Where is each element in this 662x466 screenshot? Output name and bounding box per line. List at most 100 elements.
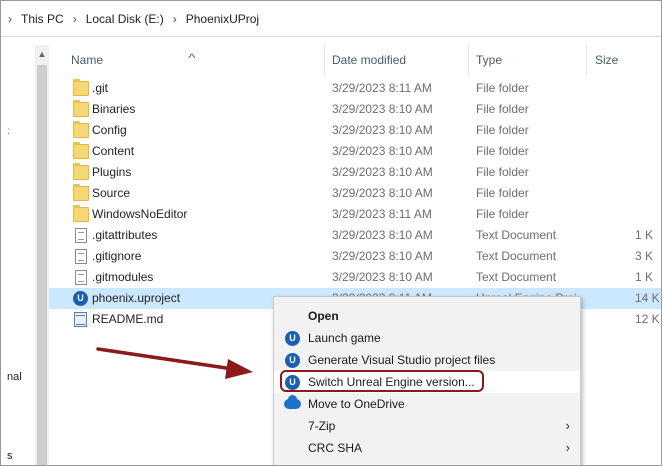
- markdown-file-icon: [74, 312, 87, 327]
- file-date: 3/29/2023 8:10 AM: [332, 144, 433, 158]
- file-name: Binaries: [92, 102, 136, 116]
- file-date: 3/29/2023 8:10 AM: [332, 270, 433, 284]
- folder-icon: [73, 184, 89, 201]
- file-row[interactable]: Plugins 3/29/2023 8:10 AM File folder: [49, 162, 661, 183]
- file-type: File folder: [476, 165, 529, 179]
- onedrive-cloud-icon: [284, 395, 301, 409]
- file-row[interactable]: Source 3/29/2023 8:10 AM File folder: [49, 183, 661, 204]
- nav-pane-marker: :: [7, 126, 10, 137]
- navigation-pane: : nal s: [1, 38, 35, 465]
- file-date: 3/29/2023 8:10 AM: [332, 102, 433, 116]
- sort-ascending-icon: ^: [188, 51, 196, 65]
- file-row[interactable]: WindowsNoEditor 3/29/2023 8:11 AM File f…: [49, 204, 661, 225]
- breadcrumb: › This PC › Local Disk (E:) › PhoenixUPr…: [1, 1, 661, 37]
- chevron-right-icon[interactable]: ›: [66, 12, 84, 26]
- breadcrumb-phoenixuproj[interactable]: PhoenixUProj: [184, 12, 261, 26]
- file-type: Text Document: [476, 270, 557, 284]
- menu-item-crc-sha[interactable]: CRC SHA ›: [274, 437, 580, 459]
- file-date: 3/29/2023 8:10 AM: [332, 165, 433, 179]
- folder-icon: [73, 121, 89, 138]
- unreal-engine-icon: U: [285, 353, 300, 368]
- file-date: 3/29/2023 8:11 AM: [332, 81, 432, 95]
- scrollbar-thumb[interactable]: [37, 65, 47, 465]
- menu-item-generate-vs[interactable]: U Generate Visual Studio project files: [274, 349, 580, 371]
- chevron-right-icon[interactable]: ›: [1, 12, 19, 26]
- menu-item-launch-game[interactable]: U Launch game: [274, 327, 580, 349]
- menu-item-label: Move to OneDrive: [308, 397, 405, 411]
- menu-item-label: Generate Visual Studio project files: [308, 353, 496, 367]
- nav-item-partial[interactable]: s: [7, 450, 13, 462]
- file-explorer-window: › This PC › Local Disk (E:) › PhoenixUPr…: [0, 0, 662, 466]
- menu-item-label: CRC SHA: [308, 441, 363, 455]
- file-size: 14 K: [635, 291, 660, 305]
- file-type: Text Document: [476, 249, 557, 263]
- menu-item-label: Open: [308, 309, 339, 323]
- file-type: File folder: [476, 123, 529, 137]
- file-type: Text Document: [476, 228, 557, 242]
- file-date: 3/29/2023 8:11 AM: [332, 207, 432, 221]
- menu-item-onedrive[interactable]: Move to OneDrive: [274, 393, 580, 415]
- chevron-right-icon: ›: [565, 440, 570, 455]
- vertical-scrollbar[interactable]: ▲: [35, 45, 49, 465]
- column-headers: Name ^ Date modified Type Size: [49, 45, 661, 75]
- file-type: File folder: [476, 81, 529, 95]
- file-name: .gitmodules: [92, 270, 154, 284]
- column-header-name-label: Name: [71, 53, 104, 67]
- file-row[interactable]: .gitignore 3/29/2023 8:10 AM Text Docume…: [49, 246, 661, 267]
- file-name: Config: [92, 123, 127, 137]
- column-header-date-modified[interactable]: Date modified: [325, 45, 469, 75]
- file-size: 3 K: [635, 249, 654, 263]
- breadcrumb-local-disk[interactable]: Local Disk (E:): [84, 12, 166, 26]
- file-name: Content: [92, 144, 135, 158]
- file-name: .git: [92, 81, 109, 95]
- file-list: .git 3/29/2023 8:11 AM File folder Binar…: [49, 78, 661, 330]
- file-name: README.md: [92, 312, 164, 326]
- nav-item-partial[interactable]: nal: [7, 371, 22, 383]
- annotation-highlight-box: [280, 370, 484, 392]
- file-size: 1 K: [635, 270, 654, 284]
- file-name: Source: [92, 186, 131, 200]
- column-header-size-label: Size: [595, 53, 619, 67]
- file-type: File folder: [476, 186, 529, 200]
- menu-item-label: 7-Zip: [308, 419, 336, 433]
- file-date: 3/29/2023 8:10 AM: [332, 186, 433, 200]
- text-document-icon: [75, 249, 87, 264]
- file-row[interactable]: Config 3/29/2023 8:10 AM File folder: [49, 120, 661, 141]
- file-type: File folder: [476, 102, 529, 116]
- file-size: 1 K: [635, 228, 654, 242]
- column-header-name[interactable]: Name ^: [49, 45, 325, 75]
- folder-icon: [73, 142, 89, 159]
- column-header-type-label: Type: [476, 53, 503, 67]
- file-date: 3/29/2023 8:10 AM: [332, 228, 433, 242]
- file-type: File folder: [476, 207, 529, 221]
- text-document-icon: [75, 270, 87, 285]
- menu-item-7zip[interactable]: 7-Zip ›: [274, 415, 580, 437]
- text-document-icon: [75, 228, 87, 243]
- file-date: 3/29/2023 8:10 AM: [332, 249, 433, 263]
- file-name: phoenix.uproject: [92, 291, 181, 305]
- folder-icon: [73, 163, 89, 180]
- file-name: WindowsNoEditor: [92, 207, 188, 221]
- column-header-type[interactable]: Type: [469, 45, 587, 75]
- unreal-engine-icon: U: [73, 291, 88, 306]
- file-row[interactable]: .git 3/29/2023 8:11 AM File folder: [49, 78, 661, 99]
- unreal-engine-icon: U: [285, 331, 300, 346]
- file-date: 3/29/2023 8:10 AM: [332, 123, 433, 137]
- file-size: 12 K: [635, 312, 660, 326]
- chevron-right-icon[interactable]: ›: [166, 12, 184, 26]
- file-row[interactable]: Content 3/29/2023 8:10 AM File folder: [49, 141, 661, 162]
- file-row[interactable]: Binaries 3/29/2023 8:10 AM File folder: [49, 99, 661, 120]
- file-row[interactable]: .gitmodules 3/29/2023 8:10 AM Text Docum…: [49, 267, 661, 288]
- column-header-date-label: Date modified: [332, 53, 407, 67]
- column-header-size[interactable]: Size: [587, 45, 661, 75]
- folder-icon: [73, 79, 89, 96]
- menu-item-open[interactable]: Open: [274, 305, 580, 327]
- scroll-up-arrow-icon[interactable]: ▲: [35, 45, 49, 63]
- file-name: .gitattributes: [92, 228, 158, 242]
- chevron-right-icon: ›: [565, 418, 570, 433]
- file-type: File folder: [476, 144, 529, 158]
- file-row[interactable]: .gitattributes 3/29/2023 8:10 AM Text Do…: [49, 225, 661, 246]
- file-name: Plugins: [92, 165, 132, 179]
- breadcrumb-this-pc[interactable]: This PC: [19, 12, 66, 26]
- folder-icon: [73, 205, 89, 222]
